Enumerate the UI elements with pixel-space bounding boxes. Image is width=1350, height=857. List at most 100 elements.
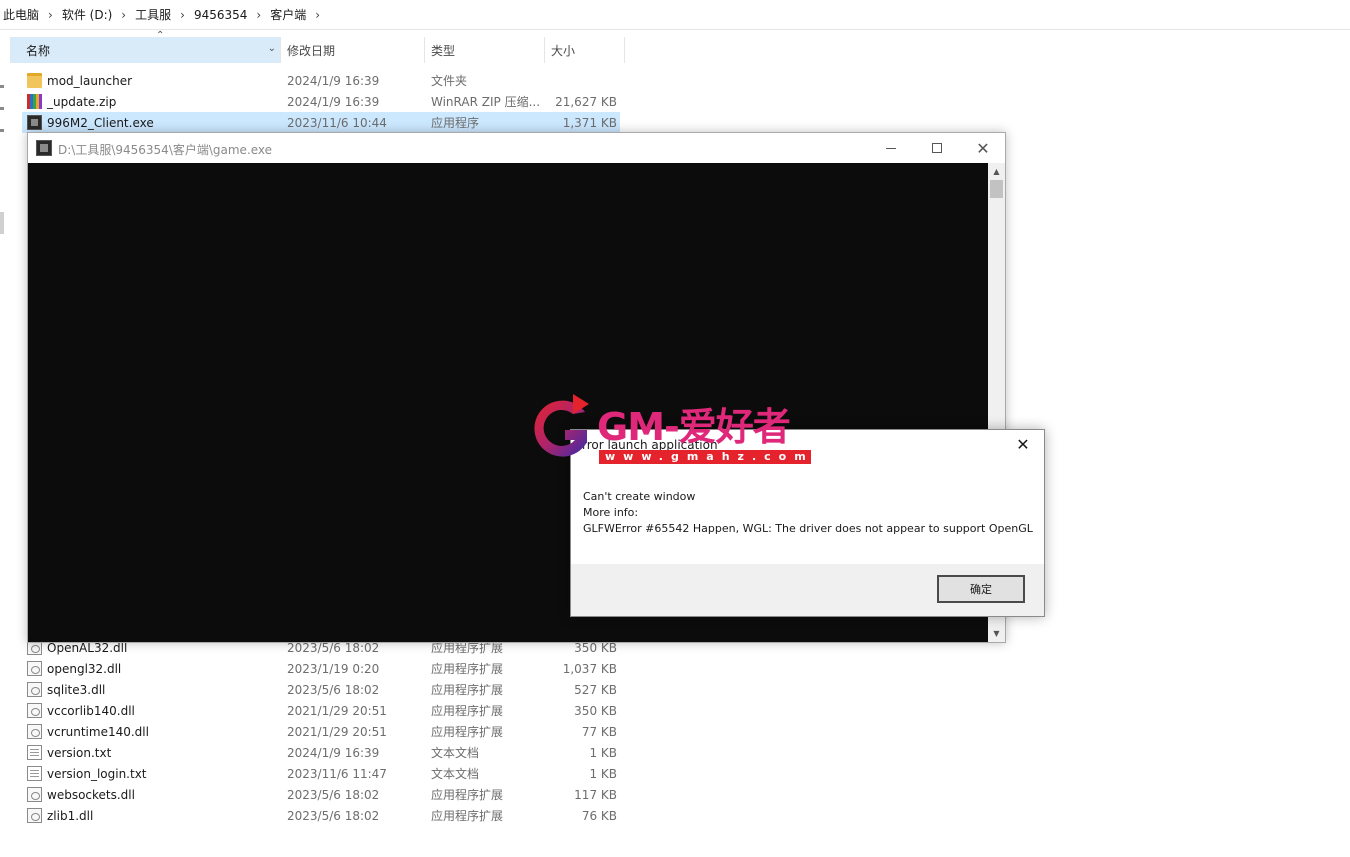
column-header-size-label: 大小	[551, 43, 576, 58]
column-header-name[interactable]: ⌃ 名称 ⌄	[10, 30, 281, 63]
file-name: sqlite3.dll	[47, 682, 106, 697]
file-date: 2023/5/6 18:02	[287, 808, 380, 823]
file-row[interactable]: version.txt 2024/1/9 16:39 文本文档 1 KB	[22, 742, 620, 763]
file-row[interactable]: _update.zip 2024/1/9 16:39 WinRAR ZIP 压缩…	[22, 91, 620, 112]
chevron-right-icon	[115, 8, 132, 22]
close-button[interactable]: ✕	[960, 133, 1006, 163]
file-type: 应用程序	[431, 116, 480, 130]
exe-icon	[27, 115, 42, 130]
dialog-footer: 确定	[571, 564, 1044, 616]
sort-ascending-icon: ⌃	[156, 30, 165, 41]
file-row[interactable]: vccorlib140.dll 2021/1/29 20:51 应用程序扩展 3…	[22, 700, 620, 721]
nav-expand-marker[interactable]	[0, 129, 4, 132]
chevron-right-icon	[42, 8, 59, 22]
file-name: vccorlib140.dll	[47, 703, 135, 718]
file-size: 21,627 KB	[555, 94, 617, 109]
file-row[interactable]: opengl32.dll 2023/1/19 0:20 应用程序扩展 1,037…	[22, 658, 620, 679]
file-date: 2023/5/6 18:02	[287, 787, 380, 802]
file-date: 2024/1/9 16:39	[287, 745, 380, 760]
column-header-date[interactable]: 修改日期	[281, 37, 425, 63]
file-date: 2024/1/9 16:39	[287, 73, 380, 88]
maximize-icon	[932, 143, 942, 153]
dll-icon	[27, 808, 42, 823]
ok-button[interactable]: 确定	[937, 575, 1025, 603]
close-icon: ✕	[976, 138, 990, 158]
file-size: 1 KB	[589, 766, 617, 781]
file-row[interactable]: sqlite3.dll 2023/5/6 18:02 应用程序扩展 527 KB	[22, 679, 620, 700]
scroll-down-icon[interactable]: ▼	[988, 625, 1005, 642]
dll-icon	[27, 682, 42, 697]
scroll-thumb[interactable]	[990, 180, 1003, 198]
scroll-up-icon[interactable]: ▲	[988, 163, 1005, 180]
file-date: 2021/1/29 20:51	[287, 703, 387, 718]
nav-expand-marker[interactable]	[0, 85, 4, 88]
breadcrumb-item-client[interactable]: 客户端	[267, 6, 309, 23]
watermark-text: GM-爱好者	[597, 405, 791, 449]
file-size: 350 KB	[574, 703, 617, 718]
file-row-selected[interactable]: 996M2_Client.exe 2023/11/6 10:44 应用程序 1,…	[22, 112, 620, 133]
file-name: version.txt	[47, 745, 112, 760]
folder-icon	[27, 73, 42, 88]
file-row[interactable]: vcruntime140.dll 2021/1/29 20:51 应用程序扩展 …	[22, 721, 620, 742]
column-header-type-label: 类型	[431, 43, 456, 58]
maximize-button[interactable]	[914, 133, 960, 163]
file-type: 应用程序扩展	[431, 662, 504, 676]
file-size: 1 KB	[589, 745, 617, 760]
file-row[interactable]: zlib1.dll 2023/5/6 18:02 应用程序扩展 76 KB	[22, 805, 620, 826]
chevron-right-icon[interactable]	[309, 8, 326, 22]
file-size: 1,371 KB	[562, 115, 617, 130]
file-date: 2024/1/9 16:39	[287, 94, 380, 109]
console-titlebar[interactable]: D:\工具服\9456354\客户端\game.exe ✕	[28, 133, 1005, 163]
column-header-type[interactable]: 类型	[425, 37, 545, 63]
file-name: zlib1.dll	[47, 808, 94, 823]
chevron-right-icon	[174, 8, 191, 22]
file-name: mod_launcher	[47, 73, 133, 88]
dialog-close-button[interactable]: ✕	[1001, 430, 1045, 458]
file-type: WinRAR ZIP 压缩...	[431, 95, 541, 109]
file-size: 1,037 KB	[562, 661, 617, 676]
file-type: 文件夹	[431, 74, 468, 88]
file-row[interactable]: version_login.txt 2023/11/6 11:47 文本文档 1…	[22, 763, 620, 784]
breadcrumb-item-this-pc[interactable]: 此电脑	[0, 6, 42, 23]
chevron-right-icon	[250, 8, 267, 22]
chevron-down-icon[interactable]: ⌄	[268, 43, 276, 54]
file-size: 117 KB	[574, 787, 617, 802]
file-size: 77 KB	[581, 724, 617, 739]
breadcrumb-item-drive-d[interactable]: 软件 (D:)	[59, 6, 115, 23]
file-row[interactable]: mod_launcher 2024/1/9 16:39 文件夹	[22, 70, 620, 91]
file-size: 527 KB	[574, 682, 617, 697]
file-row[interactable]: websockets.dll 2023/5/6 18:02 应用程序扩展 117…	[22, 784, 620, 805]
file-type: 应用程序扩展	[431, 683, 504, 697]
watermark-logo: GM-爱好者 www.gmahz.com	[527, 390, 817, 470]
nav-expand-marker[interactable]	[0, 107, 4, 110]
column-header-date-label: 修改日期	[287, 43, 336, 58]
dialog-message-line: GLFWError #65542 Happen, WGL: The driver…	[583, 522, 1033, 535]
file-type: 应用程序扩展	[431, 788, 504, 802]
breadcrumb-item-9456354[interactable]: 9456354	[191, 8, 250, 22]
file-size: 76 KB	[581, 808, 617, 823]
file-type: 应用程序扩展	[431, 725, 504, 739]
app-icon[interactable]	[36, 140, 52, 156]
file-date: 2023/11/6 11:47	[287, 766, 387, 781]
minimize-button[interactable]	[868, 133, 914, 163]
file-name: vcruntime140.dll	[47, 724, 149, 739]
file-date: 2021/1/29 20:51	[287, 724, 387, 739]
file-name: version_login.txt	[47, 766, 147, 781]
navigation-pane-edge	[0, 30, 8, 857]
dll-icon	[27, 703, 42, 718]
console-title: D:\工具服\9456354\客户端\game.exe	[58, 143, 273, 157]
file-type: 文本文档	[431, 767, 480, 781]
dll-icon	[27, 724, 42, 739]
watermark-url: www.gmahz.com	[599, 450, 811, 464]
column-header-size[interactable]: 大小	[545, 37, 625, 63]
file-name: _update.zip	[47, 94, 117, 109]
file-date: 2023/1/19 0:20	[287, 661, 380, 676]
breadcrumb-item-tool-server[interactable]: 工具服	[132, 6, 174, 23]
file-type: 应用程序扩展	[431, 809, 504, 823]
text-file-icon	[27, 745, 42, 760]
file-name: 996M2_Client.exe	[47, 115, 154, 130]
file-date: 2023/11/6 10:44	[287, 115, 387, 130]
nav-selected-marker	[0, 212, 4, 234]
breadcrumb: 此电脑 软件 (D:) 工具服 9456354 客户端	[0, 0, 1350, 30]
dialog-message-line: Can't create window	[583, 490, 696, 503]
